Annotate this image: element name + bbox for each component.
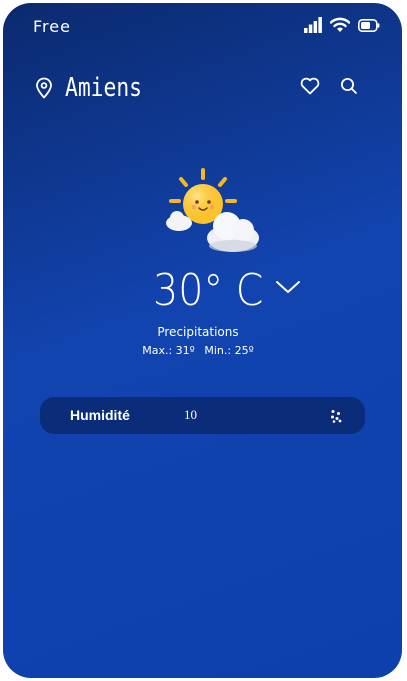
weather-description: Precipitations <box>157 325 239 339</box>
battery-icon <box>358 18 380 32</box>
min-temperature: Min.: 25º <box>204 344 254 357</box>
humidity-value: 10 <box>184 407 197 422</box>
droplets-icon <box>331 410 342 423</box>
chevron-down-icon[interactable] <box>275 279 301 295</box>
heart-icon[interactable] <box>300 77 320 95</box>
max-temperature: Max.: 31º <box>142 344 195 357</box>
city-name[interactable]: Amiens <box>65 73 142 103</box>
sun-behind-cloud-icon <box>166 168 259 252</box>
header-actions <box>300 77 358 95</box>
current-temperature: 30° C <box>153 265 264 316</box>
humidity-card[interactable]: Humidité 10 <box>40 397 365 434</box>
signal-icon <box>304 17 322 33</box>
carrier-name: Free <box>33 17 71 36</box>
min-max-temperatures: Max.: 31º Min.: 25º <box>3 344 393 357</box>
humidity-label: Humidité <box>70 407 130 423</box>
location-header: Amiens <box>35 73 159 103</box>
weather-screen: Free Amiens 30° C Precipitations Max.: 3… <box>3 3 402 678</box>
status-icons <box>304 17 380 33</box>
location-pin-icon[interactable] <box>35 77 53 99</box>
wifi-icon <box>330 17 350 32</box>
search-icon[interactable] <box>340 77 358 95</box>
